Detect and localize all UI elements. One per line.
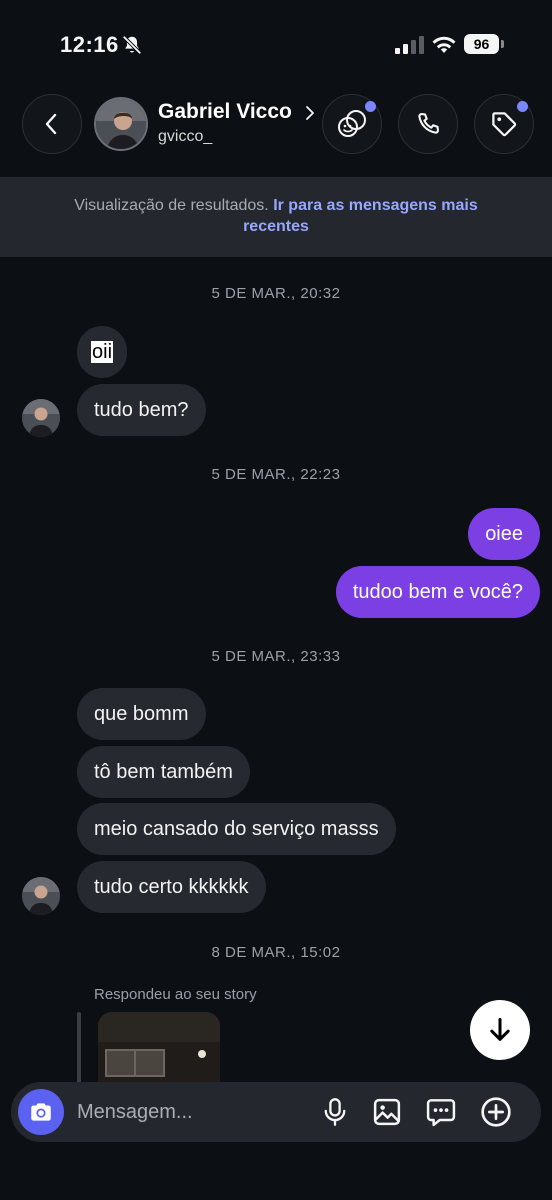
message-outgoing[interactable]: oiee (468, 508, 540, 560)
chat-header: Gabriel Vicco gvicco_ (0, 90, 552, 170)
notification-dot (365, 101, 376, 112)
results-banner: Visualização de resultados. Ir para as m… (0, 177, 552, 257)
story-image (98, 1012, 220, 1088)
avatar-photo (96, 99, 146, 149)
message-incoming[interactable]: tudo certo kkkkkk (77, 861, 266, 913)
effects-button[interactable] (322, 94, 382, 154)
message-incoming[interactable]: tô bem também (77, 746, 250, 798)
contact-handle[interactable]: gvicco_ (158, 128, 212, 146)
date-separator: 5 DE MAR., 20:32 (211, 285, 341, 302)
tag-icon (492, 112, 517, 137)
wifi-icon (432, 36, 456, 53)
back-chevron-icon (45, 113, 57, 135)
add-button[interactable] (480, 1096, 512, 1128)
story-thumbnail[interactable] (98, 1012, 220, 1088)
story-reply-label: Respondeu ao seu story (94, 986, 257, 1003)
status-time: 12:16 (60, 32, 119, 57)
avatar-photo (22, 877, 60, 915)
battery-indicator: 96 (464, 34, 504, 56)
status-bar: 12:16 96 (0, 0, 552, 90)
gallery-button[interactable] (371, 1096, 403, 1128)
sticker-button[interactable] (425, 1096, 457, 1128)
battery-level: 96 (464, 34, 499, 54)
effects-icon (338, 110, 366, 137)
chat-dots-icon (426, 1099, 456, 1127)
call-button[interactable] (398, 94, 458, 154)
back-button[interactable] (22, 94, 82, 154)
notification-dot (517, 101, 528, 112)
camera-button[interactable] (18, 1089, 64, 1135)
message-composer (11, 1082, 541, 1142)
microphone-button[interactable] (319, 1096, 351, 1128)
tag-button[interactable] (474, 94, 534, 154)
microphone-icon (324, 1098, 346, 1126)
scroll-to-bottom-button[interactable] (470, 1000, 530, 1060)
battery-tip (501, 40, 504, 48)
camera-icon (31, 1103, 51, 1121)
contact-name[interactable]: Gabriel Vicco (158, 100, 292, 124)
contact-avatar-small[interactable] (22, 877, 60, 915)
date-separator: 5 DE MAR., 23:33 (211, 648, 341, 665)
reply-indicator-bar (77, 1012, 81, 1092)
contact-avatar-small[interactable] (22, 399, 60, 437)
message-input[interactable] (77, 1082, 307, 1142)
banner-text: Visualização de resultados. (74, 197, 269, 214)
signal-icon (395, 36, 424, 54)
image-icon (373, 1098, 401, 1126)
message-outgoing[interactable]: tudoo bem e você? (335, 566, 540, 618)
message-incoming[interactable]: meio cansado do serviço masss (77, 803, 396, 855)
message-incoming[interactable]: tudo bem? (77, 384, 206, 436)
message-incoming[interactable]: que bomm (77, 688, 206, 740)
date-separator: 5 DE MAR., 22:23 (211, 466, 341, 483)
bell-slash-icon (122, 35, 142, 55)
jump-to-recent-link[interactable]: Ir para as mensagens mais recentes (243, 197, 478, 235)
arrow-down-icon (490, 1017, 510, 1041)
chevron-right-icon[interactable] (304, 104, 316, 122)
phone-icon (418, 113, 439, 134)
message-text: oii (91, 341, 114, 363)
contact-avatar[interactable] (94, 97, 148, 151)
avatar-photo (22, 399, 60, 437)
plus-icon (481, 1097, 511, 1127)
date-separator: 8 DE MAR., 15:02 (211, 944, 341, 961)
message-incoming[interactable]: oii (77, 326, 128, 378)
